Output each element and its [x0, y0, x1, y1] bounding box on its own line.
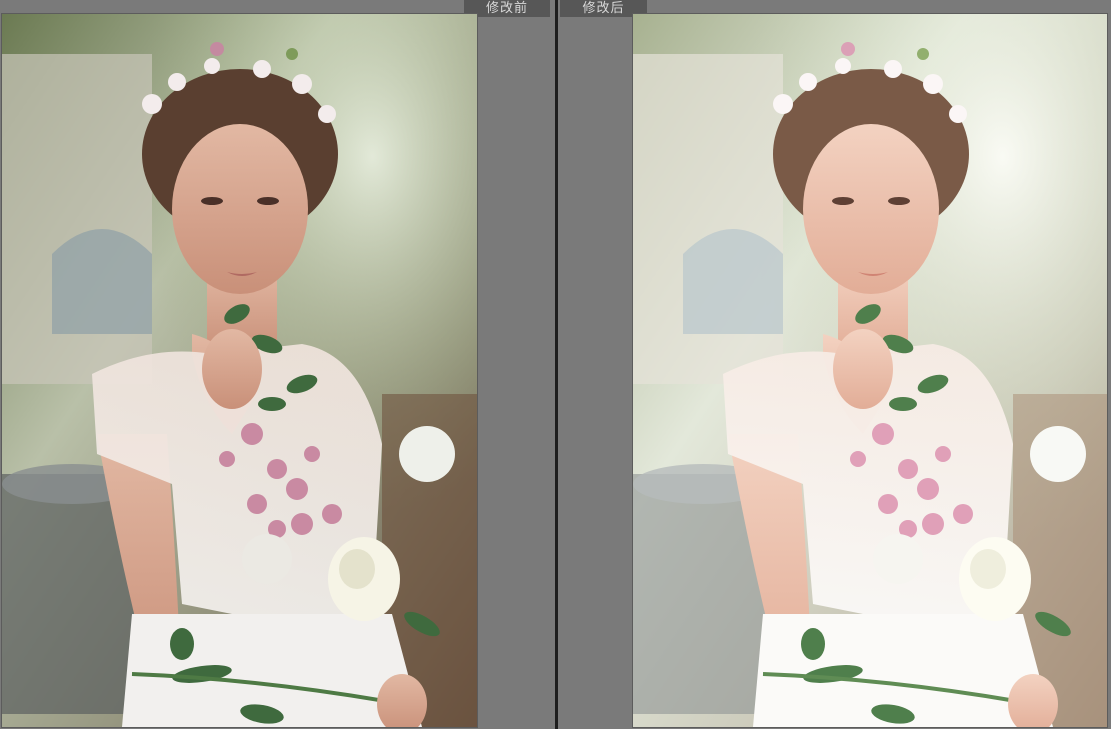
after-pane[interactable]: 修改后	[558, 0, 1111, 729]
before-after-viewer: 修改前 修改后	[0, 0, 1111, 729]
before-photo[interactable]	[2, 14, 477, 727]
after-photo-image	[633, 14, 1107, 727]
before-pane[interactable]: 修改前	[0, 0, 555, 729]
before-photo-image	[2, 14, 477, 727]
after-photo[interactable]	[633, 14, 1107, 727]
